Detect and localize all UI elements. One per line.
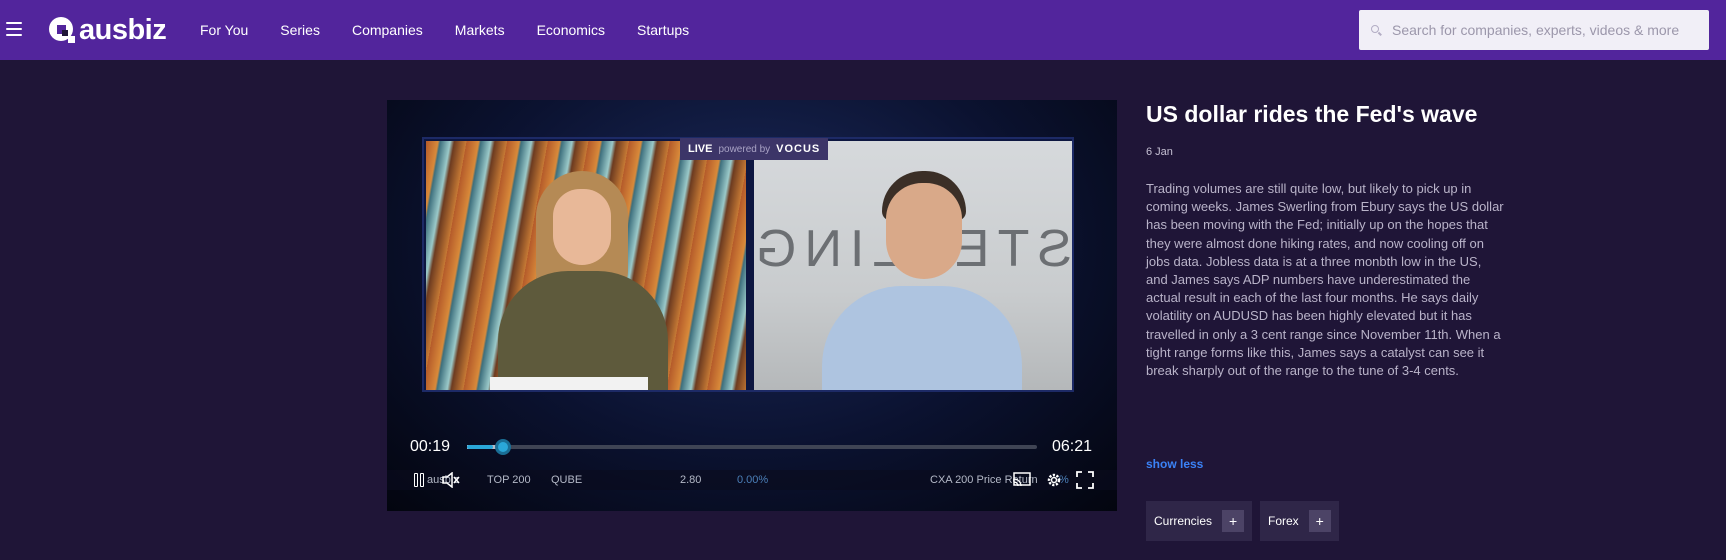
tag-currencies[interactable]: Currencies + [1146, 501, 1253, 541]
current-time: 00:19 [410, 438, 451, 455]
ticker-index: TOP 200 [487, 474, 531, 486]
market-ticker: ausbiz TOP 200 QUBE 2.80 0.00% CXA 200 P… [387, 470, 1117, 490]
article-date: 6 Jan [1146, 146, 1173, 158]
live-label: LIVE [688, 143, 713, 155]
follow-tag-plus-icon[interactable]: + [1222, 510, 1245, 532]
presenter-video-pane [426, 141, 746, 390]
tag-label: Forex [1268, 514, 1299, 528]
powered-by-label: powered by [718, 143, 771, 155]
guest-figure [822, 171, 1022, 390]
live-badge: LIVE powered by VOCUS [680, 138, 829, 160]
hamburger-menu-icon[interactable] [6, 22, 22, 36]
ticker-price: 2.80 [680, 474, 702, 486]
nav-item-markets[interactable]: Markets [455, 22, 505, 38]
top-navigation-bar: ausbiz For You Series Companies Markets … [0, 0, 1726, 60]
follow-tag-plus-icon[interactable]: + [1308, 510, 1331, 532]
ausbiz-logo[interactable]: ausbiz [49, 13, 167, 47]
show-less-link[interactable]: show less [1146, 457, 1203, 471]
article-title: US dollar rides the Fed's wave [1146, 101, 1478, 127]
main-nav: For You Series Companies Markets Economi… [200, 0, 721, 60]
search-icon [1371, 24, 1382, 36]
article-body: Trading volumes are still quite low, but… [1146, 181, 1504, 379]
nav-item-economics[interactable]: Economics [537, 22, 605, 38]
search-input[interactable] [1392, 22, 1702, 38]
video-player[interactable]: STERLING LIVE powered by VOCUS 00:19 06:… [387, 100, 1117, 511]
ticker-symbol: QUBE [551, 474, 583, 486]
seek-bar[interactable] [467, 439, 1037, 455]
mute-icon[interactable] [441, 470, 461, 490]
pause-icon[interactable] [411, 470, 427, 490]
settings-gear-icon[interactable] [1044, 470, 1064, 490]
total-time: 06:21 [1052, 438, 1093, 455]
tag-forex[interactable]: Forex + [1260, 501, 1339, 541]
nav-item-companies[interactable]: Companies [352, 22, 423, 38]
logo-text: ausbiz [79, 13, 167, 46]
guest-video-pane: STERLING [754, 141, 1072, 390]
nav-item-for-you[interactable]: For You [200, 22, 248, 38]
sponsor-logo: VOCUS [776, 143, 821, 155]
search-box[interactable] [1359, 10, 1709, 50]
fullscreen-icon[interactable] [1075, 470, 1095, 490]
cast-icon[interactable] [1012, 470, 1032, 490]
played-range [467, 445, 494, 449]
logo-mark-icon [49, 17, 75, 43]
nav-item-series[interactable]: Series [280, 22, 320, 38]
tag-label: Currencies [1154, 514, 1213, 528]
presenter-figure [498, 171, 668, 390]
nav-item-startups[interactable]: Startups [637, 22, 689, 38]
split-screen-frame: STERLING [422, 137, 1074, 392]
ticker-change: 0.00% [737, 474, 769, 486]
